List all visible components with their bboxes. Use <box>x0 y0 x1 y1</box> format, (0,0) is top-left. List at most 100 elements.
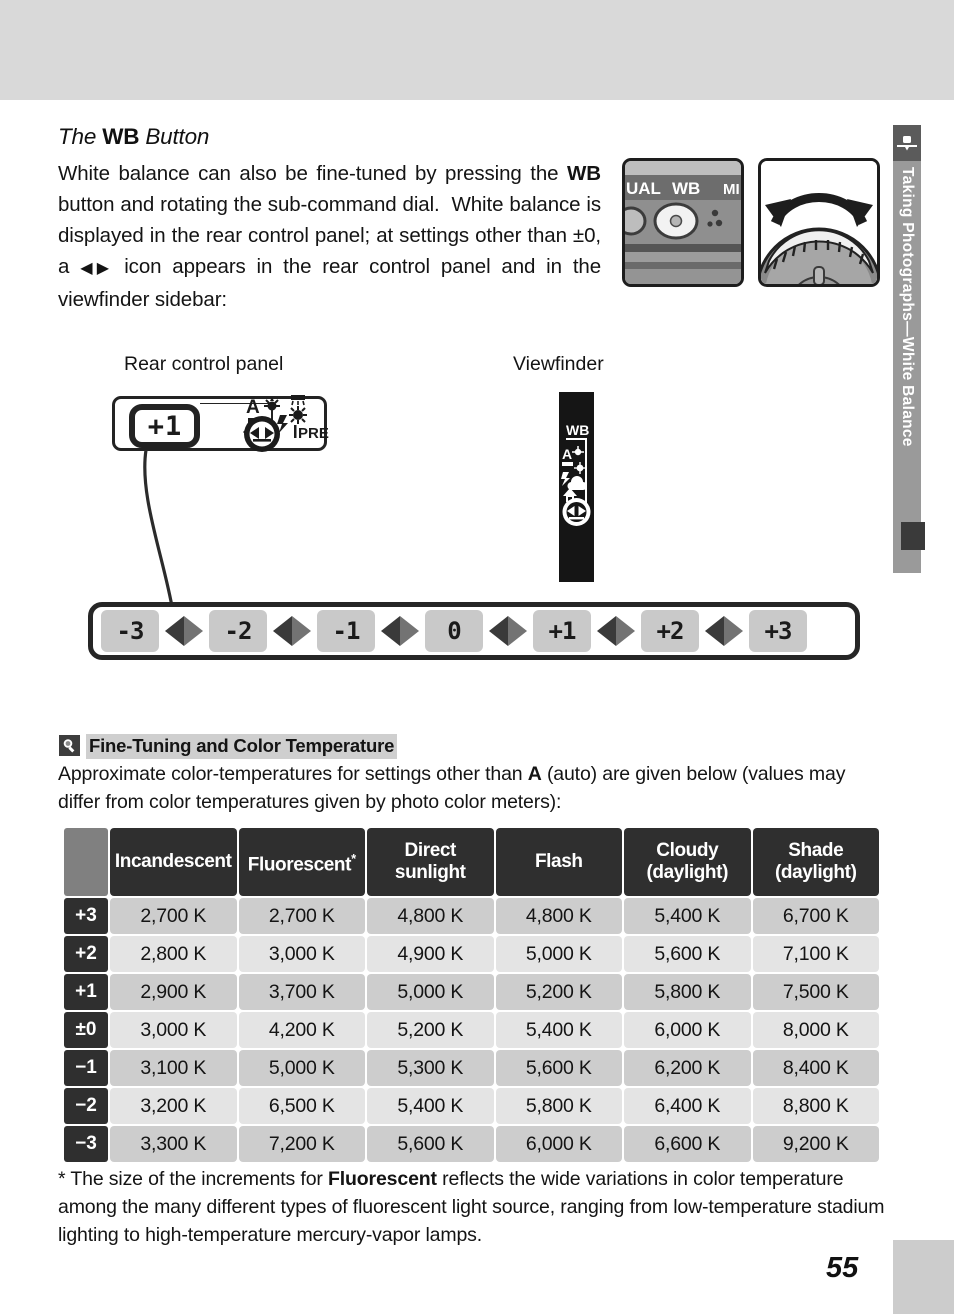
lcd-step: +3 <box>749 610 807 652</box>
table-cell: 6,600 K <box>624 1126 751 1162</box>
lcd-step: +1 <box>533 610 591 652</box>
table-row: +2 2,800 K 3,000 K 4,900 K 5,000 K 5,600… <box>64 936 879 972</box>
leader-line <box>140 448 250 613</box>
col-label: Flash <box>534 851 583 872</box>
table-cell: 5,400 K <box>624 898 751 934</box>
col-label: Shade <box>788 840 844 861</box>
chapter-tab-text: Taking Photographs—White Balance <box>899 167 916 447</box>
table-cell: 4,800 K <box>495 898 622 934</box>
col-label-2: sunlight <box>394 862 466 883</box>
table-cell: 9,200 K <box>752 1126 879 1162</box>
table-cell: 6,500 K <box>238 1088 365 1124</box>
rear-control-panel-label: Rear control panel <box>124 353 284 375</box>
lcd-step: -3 <box>101 610 159 652</box>
table-cell: 5,600 K <box>624 936 751 972</box>
page-title-suffix: Button <box>139 124 210 149</box>
table-row: −3 3,300 K 7,200 K 5,600 K 6,000 K 6,600… <box>64 1126 879 1162</box>
table-corner-cell <box>64 828 108 896</box>
col-label: Direct <box>404 840 457 861</box>
magnifier-icon <box>59 735 80 756</box>
table-cell: 2,700 K <box>110 898 237 934</box>
left-right-arrow-icon <box>269 610 315 652</box>
table-cell: 3,200 K <box>110 1088 237 1124</box>
table-cell: 2,700 K <box>238 898 365 934</box>
table-cell: 5,000 K <box>238 1050 365 1086</box>
footnote-prefix: The size of the increments for <box>65 1168 328 1190</box>
table-cell: 2,800 K <box>110 936 237 972</box>
table-cell: 8,800 K <box>752 1088 879 1124</box>
table-col-incandescent: Incandescent <box>110 828 237 896</box>
svg-text:A: A <box>562 446 572 462</box>
table-cell: 5,600 K <box>495 1050 622 1086</box>
table-cell: 2,900 K <box>110 974 237 1010</box>
row-label: −2 <box>64 1088 108 1124</box>
viewfinder-sidebar-diagram: WB A <box>559 392 594 582</box>
page-number: 55 <box>826 1252 859 1284</box>
col-label-2: (daylight) <box>646 862 729 883</box>
table-footnote: * The size of the increments for Fluores… <box>58 1165 886 1249</box>
col-label: Fluorescent <box>247 854 352 876</box>
table-col-cloudy: Cloudy (daylight) <box>624 828 751 896</box>
wb-bold-1: WB <box>567 162 601 185</box>
svg-text:WB: WB <box>672 179 700 198</box>
table-cell: 5,400 K <box>495 1012 622 1048</box>
table-row: −2 3,200 K 6,500 K 5,400 K 5,800 K 6,400… <box>64 1088 879 1124</box>
table-cell: 5,800 K <box>495 1088 622 1124</box>
left-right-arrow-icon <box>593 610 639 652</box>
viewfinder-label: Viewfinder <box>513 353 604 375</box>
table-cell: 5,000 K <box>367 974 494 1010</box>
table-cell: 5,600 K <box>367 1126 494 1162</box>
table-cell: 7,200 K <box>238 1126 365 1162</box>
page-title-prefix: The <box>58 124 103 149</box>
row-label: ±0 <box>64 1012 108 1048</box>
table-cell: 3,100 K <box>110 1050 237 1086</box>
table-row: ±0 3,000 K 4,200 K 5,200 K 5,400 K 6,000… <box>64 1012 879 1048</box>
table-cell: 5,000 K <box>495 936 622 972</box>
table-row: +3 2,700 K 2,700 K 4,800 K 4,800 K 5,400… <box>64 898 879 934</box>
wb-button-photo: UAL WB MI <box>622 158 744 287</box>
intro-paragraph: White balance can also be fine-tuned by … <box>58 162 602 311</box>
table-header-row: Incandescent Fluorescent* Direct sunligh… <box>64 828 879 896</box>
row-label: −3 <box>64 1126 108 1162</box>
row-label: −1 <box>64 1050 108 1086</box>
tip-body-bold: A <box>527 763 542 785</box>
lcd-step: -1 <box>317 610 375 652</box>
svg-text:PRE: PRE <box>298 425 329 442</box>
table-cell: 6,200 K <box>624 1050 751 1086</box>
tip-body: Approximate color-temperatures for setti… <box>58 760 886 816</box>
table-col-fluorescent: Fluorescent* <box>238 828 365 896</box>
rear-panel-value: +1 <box>147 410 183 442</box>
table-col-direct-sunlight: Direct sunlight <box>367 828 494 896</box>
table-cell: 4,900 K <box>367 936 494 972</box>
table-cell: 5,400 K <box>367 1088 494 1124</box>
table-cell: 3,000 K <box>238 936 365 972</box>
table-col-flash: Flash <box>495 828 622 896</box>
table-cell: 6,700 K <box>752 898 879 934</box>
table-cell: 5,800 K <box>624 974 751 1010</box>
table-cell: 3,700 K <box>238 974 365 1010</box>
lcd-step: -2 <box>209 610 267 652</box>
row-label: +3 <box>64 898 108 934</box>
tip-body-prefix: Approximate color-temperatures for setti… <box>58 763 528 785</box>
table-cell: 4,200 K <box>238 1012 365 1048</box>
table-cell: 6,000 K <box>624 1012 751 1048</box>
svg-text:MI: MI <box>723 181 740 198</box>
lcd-step: 0 <box>425 610 483 652</box>
lcd-step: +2 <box>641 610 699 652</box>
table-row: −1 3,100 K 5,000 K 5,300 K 5,600 K 6,200… <box>64 1050 879 1086</box>
table-cell: 8,000 K <box>752 1012 879 1048</box>
chapter-tab-label: Taking Photographs—White Balance <box>893 165 921 573</box>
table-cell: 3,300 K <box>110 1126 237 1162</box>
chapter-tab-foot <box>893 1240 954 1314</box>
left-right-arrow-icon: ◀▶ <box>80 260 114 277</box>
table-row: +1 2,900 K 3,700 K 5,000 K 5,200 K 5,800… <box>64 974 879 1010</box>
table-cell: 6,400 K <box>624 1088 751 1124</box>
table-cell: 4,800 K <box>367 898 494 934</box>
tip-title: Fine-Tuning and Color Temperature <box>86 734 398 759</box>
chapter-tab-marker <box>901 522 925 550</box>
camera-icon <box>893 125 921 161</box>
table-cell: 7,100 K <box>752 936 879 972</box>
svg-text:UAL: UAL <box>626 179 661 198</box>
page-title-bold: WB <box>102 124 140 149</box>
row-label: +2 <box>64 936 108 972</box>
